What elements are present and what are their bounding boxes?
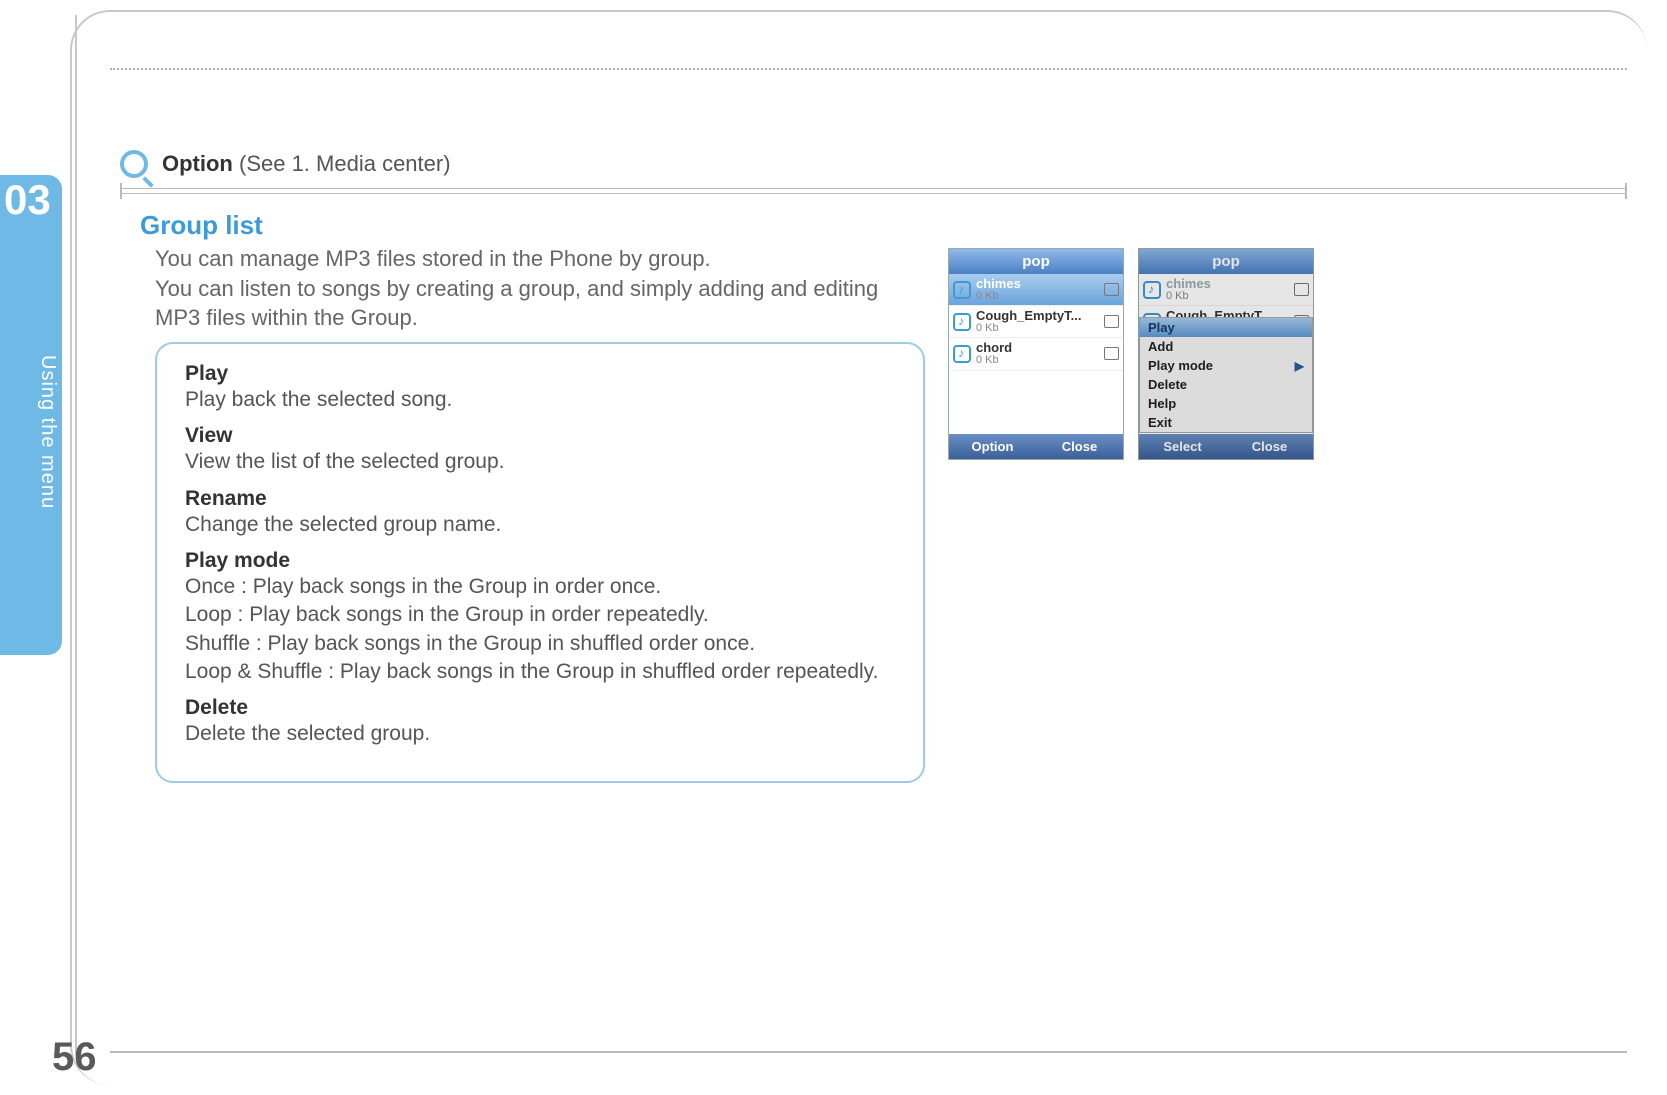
list-item[interactable]: chimes0 Kb	[1139, 274, 1313, 306]
file-name: Cough_EmptyT...	[976, 309, 1104, 323]
definition-item: RenameChange the selected group name.	[185, 487, 899, 539]
dotted-rule	[110, 68, 1627, 70]
softkey-left[interactable]: Option	[949, 434, 1036, 459]
file-name: chord	[976, 341, 1104, 355]
music-file-icon	[953, 281, 971, 299]
list-item-text: chimes0 Kb	[976, 277, 1104, 302]
context-menu-label: Play	[1148, 320, 1175, 335]
file-size: 0 Kb	[976, 355, 1104, 367]
context-menu-item[interactable]: Play	[1140, 318, 1312, 337]
list-item-text: Cough_EmptyT...0 Kb	[976, 309, 1104, 334]
file-name: chimes	[976, 277, 1104, 291]
definition-desc: Delete the selected group.	[185, 720, 899, 748]
option-header-row: Option (See 1. Media center)	[120, 150, 1627, 178]
chevron-right-icon: ▶	[1295, 359, 1304, 373]
softkey-left[interactable]: Select	[1139, 434, 1226, 459]
definition-term: Play	[185, 362, 899, 386]
definitions-box: PlayPlay back the selected song. ViewView…	[155, 342, 925, 783]
option-bold: Option	[162, 151, 233, 176]
phone-title: pop	[949, 249, 1123, 274]
context-menu-item[interactable]: Delete	[1140, 375, 1312, 394]
definition-desc: Once : Play back songs in the Group in o…	[185, 573, 899, 686]
context-menu-item[interactable]: Add	[1140, 337, 1312, 356]
vertical-rule	[75, 15, 77, 1055]
definition-term: Delete	[185, 696, 899, 720]
definition-item: DeleteDelete the selected group.	[185, 696, 899, 748]
section-title: Group list	[140, 210, 263, 241]
context-menu: Play Add Play mode ▶ Delete Help Exit	[1139, 317, 1313, 433]
phone-list: chimes0 KbCough_EmptyT...0 Kbchord0 Kb	[949, 274, 1123, 434]
option-header-text: Option (See 1. Media center)	[162, 151, 451, 177]
softkey-right[interactable]: Close	[1036, 434, 1123, 459]
definition-item: PlayPlay back the selected song.	[185, 362, 899, 414]
context-menu-label: Help	[1148, 396, 1176, 411]
definition-desc: Change the selected group name.	[185, 511, 899, 539]
context-menu-label: Exit	[1148, 415, 1172, 430]
context-menu-label: Delete	[1148, 377, 1187, 392]
list-item[interactable]: Cough_EmptyT...0 Kb	[949, 306, 1123, 338]
list-item[interactable]: chord0 Kb	[949, 338, 1123, 370]
definition-item: ViewView the list of the selected group.	[185, 424, 899, 476]
context-menu-label: Play mode	[1148, 358, 1213, 373]
magnifier-icon	[120, 150, 148, 178]
context-menu-item[interactable]: Help	[1140, 394, 1312, 413]
phone-screen-left: pop chimes0 KbCough_EmptyT...0 Kbchord0 …	[948, 248, 1124, 460]
softkey-right[interactable]: Close	[1226, 434, 1313, 459]
option-rule	[120, 188, 1627, 194]
definition-desc: Play back the selected song.	[185, 386, 899, 414]
list-item-text: chimes0 Kb	[1166, 277, 1294, 302]
context-menu-label: Add	[1148, 339, 1173, 354]
phone-softkeys: Select Close	[1139, 434, 1313, 459]
file-size: 0 Kb	[976, 291, 1104, 303]
context-menu-item[interactable]: Exit	[1140, 413, 1312, 432]
section-intro: You can manage MP3 files stored in the P…	[155, 244, 925, 333]
option-rest: (See 1. Media center)	[233, 151, 451, 176]
bottom-rule	[110, 1051, 1627, 1053]
definition-term: Play mode	[185, 549, 899, 573]
definition-term: Rename	[185, 487, 899, 511]
memory-card-icon	[1104, 347, 1119, 360]
phone-screenshots: pop chimes0 KbCough_EmptyT...0 Kbchord0 …	[948, 248, 1314, 460]
music-file-icon	[1143, 281, 1161, 299]
phone-screen-right: pop chimes0 KbCough_EmptyT...0 Kb PlayAd…	[1138, 248, 1314, 460]
chapter-number: 03	[4, 176, 51, 224]
memory-card-icon	[1104, 315, 1119, 328]
memory-card-icon	[1294, 283, 1309, 296]
music-file-icon	[953, 345, 971, 363]
definition-term: View	[185, 424, 899, 448]
file-size: 0 Kb	[976, 323, 1104, 335]
music-file-icon	[953, 313, 971, 331]
phone-title: pop	[1139, 249, 1313, 274]
page-number: 56	[52, 1035, 97, 1080]
list-item-text: chord0 Kb	[976, 341, 1104, 366]
list-item[interactable]: chimes0 Kb	[949, 274, 1123, 306]
chapter-label: Using the menu	[36, 355, 59, 509]
memory-card-icon	[1104, 283, 1119, 296]
definition-desc: View the list of the selected group.	[185, 448, 899, 476]
definition-item: Play modeOnce : Play back songs in the G…	[185, 549, 899, 686]
file-size: 0 Kb	[1166, 291, 1294, 303]
file-name: chimes	[1166, 277, 1294, 291]
phone-softkeys: Option Close	[949, 434, 1123, 459]
context-menu-item[interactable]: Play mode ▶	[1140, 356, 1312, 375]
